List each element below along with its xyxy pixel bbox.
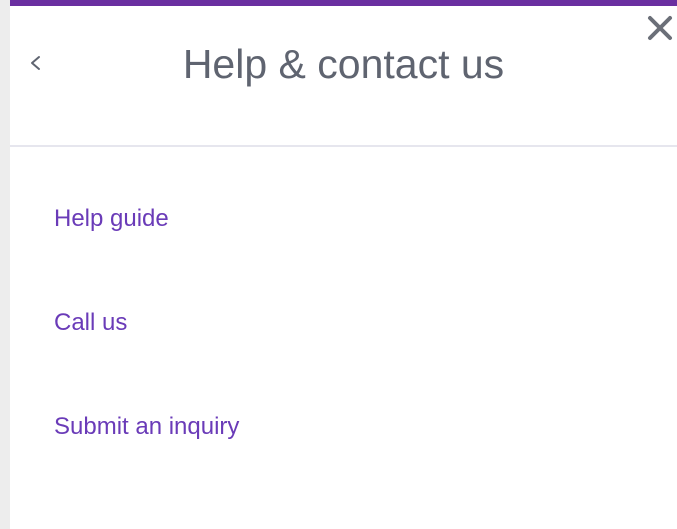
help-guide-link[interactable]: Help guide <box>54 204 654 234</box>
help-panel: Help & contact us Help guide Call us Sub… <box>10 6 677 529</box>
panel-header: Help & contact us <box>10 6 677 147</box>
background-edge <box>0 0 10 529</box>
close-icon <box>648 16 672 40</box>
help-menu: Help guide Call us Submit an inquiry <box>54 204 654 516</box>
submit-inquiry-link[interactable]: Submit an inquiry <box>54 412 654 442</box>
page-title: Help & contact us <box>182 41 505 87</box>
call-us-link[interactable]: Call us <box>54 308 654 338</box>
close-button[interactable] <box>646 14 674 42</box>
